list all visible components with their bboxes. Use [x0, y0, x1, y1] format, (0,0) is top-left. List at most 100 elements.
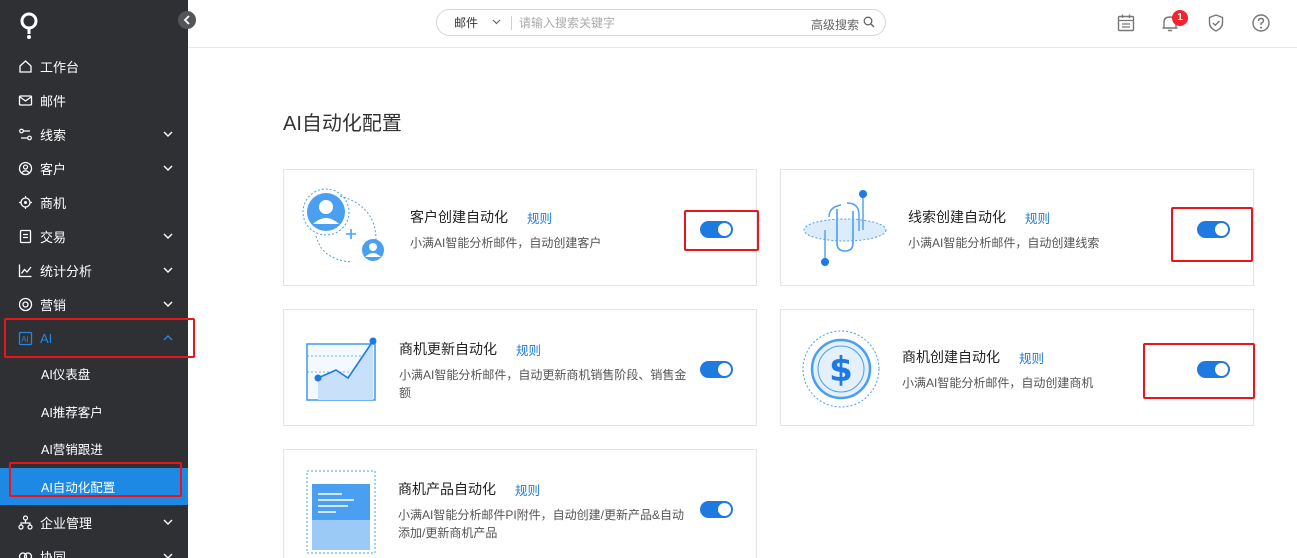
- sidebar: 工作台 邮件 线索 客户 商机 交易 统计分析 营销 AI AI AI仪表盘 A…: [0, 0, 188, 558]
- search-icon[interactable]: [863, 16, 875, 28]
- sidebar-collapse-button[interactable]: [178, 11, 196, 29]
- card-description-line: 小满AI智能分析邮件PI附件，自动创建/更新产品&自动: [398, 508, 685, 522]
- product-document-illustration: [306, 470, 376, 554]
- automation-card-opportunity-create: $ 商机创建自动化 规则 小满AI智能分析邮件，自动创建商机: [780, 309, 1254, 426]
- sidebar-item-collab[interactable]: 协同: [0, 539, 188, 558]
- sidebar-item-label: 营销: [40, 297, 67, 313]
- sidebar-item-label: 邮件: [40, 93, 67, 109]
- chevron-down-icon: [163, 131, 173, 137]
- sidebar-item-marketing[interactable]: 营销: [0, 287, 188, 321]
- sidebar-item-ai[interactable]: AI AI: [0, 321, 188, 355]
- chevron-down-icon: [163, 301, 173, 307]
- chevron-down-icon: [163, 165, 173, 171]
- sidebar-subitem-ai-dashboard[interactable]: AI仪表盘: [0, 355, 188, 393]
- chevron-down-icon: [163, 267, 173, 273]
- sidebar-item-customers[interactable]: 客户: [0, 151, 188, 185]
- sidebar-item-label: 客户: [40, 161, 67, 177]
- automation-card-customer-create: 客户创建自动化 规则 小满AI智能分析邮件，自动创建客户: [283, 169, 757, 286]
- sidebar-subitem-label: AI推荐客户: [41, 405, 103, 420]
- automation-toggle[interactable]: [700, 221, 733, 238]
- card-title: 商机更新自动化: [399, 341, 497, 357]
- card-title: 商机产品自动化: [398, 481, 496, 497]
- card-title: 商机创建自动化: [902, 349, 1000, 365]
- customer-icon: [18, 161, 33, 175]
- chevron-up-icon: [163, 335, 173, 341]
- card-description: 小满AI智能分析邮件，自动创建商机: [902, 376, 1094, 390]
- chevron-down-icon: [492, 19, 501, 25]
- sidebar-item-label: AI: [40, 330, 53, 346]
- automation-toggle[interactable]: [700, 361, 733, 378]
- sidebar-subitem-label: AI仪表盘: [41, 368, 91, 383]
- card-description: 小满AI智能分析邮件PI附件，自动创建/更新产品&自动 添加/更新商机产品: [398, 506, 684, 542]
- calendar-icon[interactable]: [1116, 13, 1136, 33]
- lead-create-illustration: [803, 190, 887, 266]
- sidebar-subitem-ai-automation[interactable]: AI自动化配置: [0, 467, 188, 505]
- card-description: 小满AI智能分析邮件，自动创建线索: [908, 236, 1100, 250]
- sidebar-item-label: 交易: [40, 229, 67, 245]
- rule-link[interactable]: 规则: [1025, 208, 1050, 227]
- chevron-down-icon: [163, 233, 173, 239]
- dollar-coin-illustration: $: [802, 330, 880, 408]
- home-icon: [19, 59, 32, 73]
- sidebar-item-label: 统计分析: [40, 263, 93, 279]
- customer-create-illustration: [302, 188, 384, 263]
- leads-icon: [19, 128, 32, 140]
- sidebar-subitem-ai-recommend[interactable]: AI推荐客户: [0, 393, 188, 431]
- search-input[interactable]: [519, 15, 804, 30]
- rule-link[interactable]: 规则: [516, 340, 541, 359]
- automation-toggle[interactable]: [1197, 361, 1230, 378]
- logo-icon[interactable]: [18, 12, 40, 40]
- org-icon: [18, 514, 33, 530]
- card-title: 线索创建自动化: [908, 209, 1006, 225]
- sidebar-item-label: 线索: [40, 127, 67, 143]
- toggle-knob: [718, 223, 731, 236]
- sidebar-item-opportunities[interactable]: 商机: [0, 185, 188, 219]
- card-description: 小满AI智能分析邮件，自动更新商机销售阶段、销售金 额: [399, 366, 686, 402]
- card-title: 客户创建自动化: [410, 209, 508, 225]
- automation-toggle[interactable]: [700, 501, 733, 518]
- svg-text:$: $: [829, 350, 853, 390]
- sidebar-item-enterprise[interactable]: 企业管理: [0, 505, 188, 539]
- topbar: 邮件 高级搜索 1: [188, 0, 1297, 48]
- card-description-line: 额: [399, 386, 412, 400]
- sidebar-subitem-ai-followup[interactable]: AI营销跟进: [0, 430, 188, 468]
- search-scope-select[interactable]: 邮件: [437, 14, 511, 31]
- sidebar-subitem-label: AI自动化配置: [41, 480, 116, 495]
- automation-card-lead-create: 线索创建自动化 规则 小满AI智能分析邮件，自动创建线索: [780, 169, 1254, 286]
- rule-link[interactable]: 规则: [515, 480, 540, 499]
- toggle-knob: [1215, 223, 1228, 236]
- toggle-knob: [1215, 363, 1228, 376]
- rule-link[interactable]: 规则: [1019, 348, 1044, 367]
- automation-card-opportunity-update: 商机更新自动化 规则 小满AI智能分析邮件，自动更新商机销售阶段、销售金 额: [283, 309, 757, 426]
- sidebar-item-label: 协同: [40, 549, 67, 558]
- help-icon[interactable]: [1251, 13, 1271, 33]
- advanced-search-link[interactable]: 高级搜索: [811, 16, 859, 33]
- mail-icon: [18, 94, 33, 106]
- sidebar-item-leads[interactable]: 线索: [0, 117, 188, 151]
- search-scope-label: 邮件: [454, 16, 479, 30]
- sidebar-menu: 工作台 邮件 线索 客户 商机 交易 统计分析 营销 AI AI AI仪表盘 A…: [0, 49, 188, 558]
- sidebar-item-mail[interactable]: 邮件: [0, 83, 188, 117]
- ai-icon: AI: [18, 331, 33, 345]
- chart-line-icon: [18, 264, 32, 277]
- card-description-line: 添加/更新商机产品: [398, 526, 498, 540]
- target-icon: [19, 195, 32, 209]
- sidebar-subitem-label: AI营销跟进: [41, 443, 103, 458]
- toggle-knob: [718, 503, 731, 516]
- rule-link[interactable]: 规则: [527, 208, 552, 227]
- toggle-knob: [718, 363, 731, 376]
- sidebar-item-analytics[interactable]: 统计分析: [0, 253, 188, 287]
- notification-badge: 1: [1172, 10, 1188, 26]
- search-divider: [511, 15, 512, 30]
- automation-toggle[interactable]: [1197, 221, 1230, 238]
- document-icon: [19, 229, 32, 243]
- sidebar-item-workbench[interactable]: 工作台: [0, 49, 188, 83]
- svg-text:AI: AI: [21, 335, 29, 344]
- card-description: 小满AI智能分析邮件，自动创建客户: [410, 236, 602, 250]
- automation-card-opportunity-product: 商机产品自动化 规则 小满AI智能分析邮件PI附件，自动创建/更新产品&自动 添…: [283, 449, 757, 558]
- chevron-left-icon: [183, 15, 190, 25]
- sidebar-item-deals[interactable]: 交易: [0, 219, 188, 253]
- shield-icon[interactable]: [1206, 13, 1226, 33]
- global-search: 邮件 高级搜索: [436, 9, 886, 36]
- page-title: AI自动化配置: [283, 113, 402, 135]
